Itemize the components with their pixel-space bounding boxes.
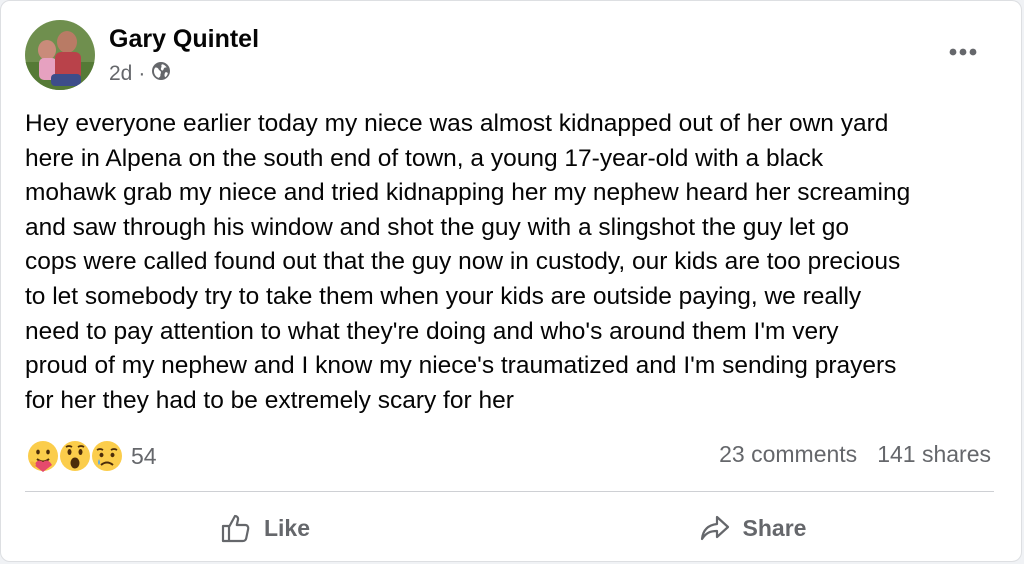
post-card: Gary Quintel 2d · Hey everyone earlier t… — [0, 0, 1022, 562]
reaction-icons — [25, 438, 127, 474]
more-horizontal-icon — [949, 48, 977, 56]
wow-reaction-icon — [58, 439, 92, 473]
more-options-button[interactable] — [939, 37, 987, 67]
post-time[interactable]: 2d — [109, 62, 132, 86]
share-label: Share — [742, 514, 807, 541]
like-label: Like — [263, 514, 311, 541]
like-button[interactable]: Like — [25, 505, 505, 551]
post-text: Hey everyone earlier today my niece was … — [25, 110, 911, 414]
author-name[interactable]: Gary Quintel — [109, 25, 259, 54]
post-meta: 2d · — [109, 61, 171, 87]
thumbs-up-icon — [221, 514, 250, 543]
reaction-count: 54 — [131, 442, 157, 469]
share-button[interactable]: Share — [511, 505, 994, 551]
comments-count-link[interactable]: 23 comments — [719, 441, 857, 467]
care-reaction-icon — [26, 439, 60, 473]
globe-icon — [151, 61, 171, 87]
sad-reaction-icon — [90, 439, 124, 473]
shares-count-link[interactable]: 141 shares — [877, 441, 991, 467]
actions-divider — [25, 491, 994, 492]
meta-separator: · — [138, 62, 146, 85]
engagement-counts: 23 comments 141 shares — [719, 441, 991, 468]
avatar[interactable] — [25, 20, 95, 90]
reactions-summary[interactable]: 54 — [25, 438, 157, 474]
share-arrow-icon — [700, 515, 729, 541]
